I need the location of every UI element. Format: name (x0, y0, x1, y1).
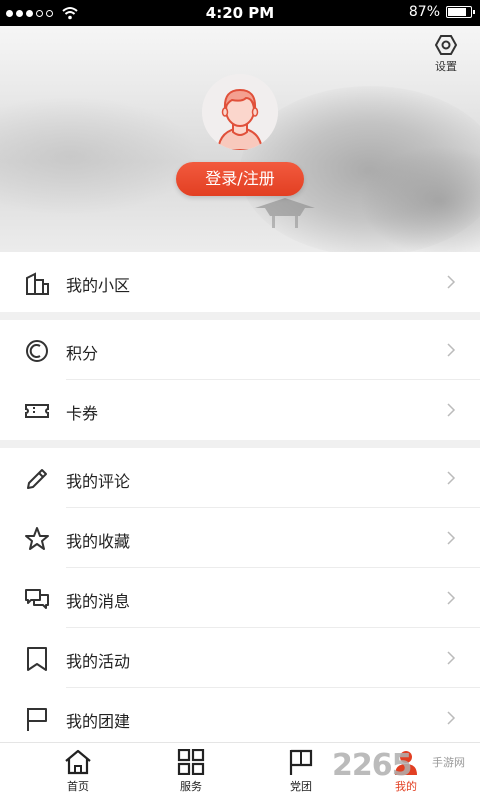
settings-button[interactable]: 设置 (430, 34, 462, 74)
flag-icon (27, 708, 47, 731)
tab-label: 首页 (67, 780, 89, 793)
menu-item-points[interactable]: 积分 (0, 320, 480, 380)
tab-home[interactable]: 首页 (48, 749, 108, 794)
user-avatar-icon (202, 74, 278, 150)
chevron-right-icon (447, 651, 456, 665)
menu-item-my-favorites[interactable]: 我的收藏 (0, 508, 480, 568)
battery-icon (446, 6, 475, 18)
grid-icon (177, 749, 205, 775)
menu-item-label: 积分 (66, 344, 99, 363)
chevron-right-icon (447, 471, 456, 485)
pavilion-silhouette (255, 198, 315, 228)
profile-header: 设置 登录/注册 (0, 26, 480, 252)
menu-item-my-messages[interactable]: 我的消息 (0, 568, 480, 628)
tab-label: 服务 (180, 780, 202, 793)
menu-item-label: 我的收藏 (66, 532, 131, 551)
star-icon (25, 527, 49, 550)
home-icon (65, 749, 91, 775)
message-icon (25, 589, 49, 609)
menu-item-label: 我的活动 (66, 652, 131, 671)
chevron-right-icon (447, 711, 456, 725)
tab-party[interactable]: 党团 (271, 749, 331, 794)
pencil-icon (27, 469, 47, 489)
status-bar: 4:20 PM 87% (0, 0, 480, 26)
menu-item-team-building[interactable]: 我的团建 (0, 688, 480, 748)
menu-item-label: 卡券 (66, 404, 99, 423)
building-icon (26, 272, 49, 295)
chevron-right-icon (447, 275, 456, 289)
settings-label: 设置 (435, 60, 457, 73)
tab-services[interactable]: 服务 (161, 749, 221, 794)
ticket-icon (25, 404, 49, 418)
section-divider (0, 440, 480, 448)
menu-list: 我的小区 积分 卡券 我的评论 我的收藏 我的消息 我的活动 我的团建 (0, 252, 480, 748)
avatar[interactable] (202, 74, 278, 150)
menu-item-label: 我的小区 (66, 276, 131, 295)
battery-percent: 87% (408, 4, 440, 20)
menu-item-my-community[interactable]: 我的小区 (0, 252, 480, 312)
chevron-right-icon (447, 343, 456, 357)
chevron-right-icon (447, 591, 456, 605)
tab-label: 党团 (290, 780, 312, 793)
chevron-right-icon (447, 531, 456, 545)
menu-item-my-activities[interactable]: 我的活动 (0, 628, 480, 688)
menu-item-my-comments[interactable]: 我的评论 (0, 448, 480, 508)
bookmark-icon (27, 647, 47, 671)
gear-icon (435, 35, 457, 55)
section-divider (0, 312, 480, 320)
login-register-button[interactable]: 登录/注册 (176, 162, 304, 196)
menu-item-coupons[interactable]: 卡券 (0, 380, 480, 440)
menu-item-label: 我的评论 (66, 472, 131, 491)
watermark-logo: 2265 (332, 748, 412, 783)
watermark-sub: 手游网 (432, 756, 465, 769)
coin-icon (26, 340, 48, 362)
menu-item-label: 我的消息 (66, 592, 131, 611)
chevron-right-icon (447, 403, 456, 417)
flag-icon (289, 749, 313, 775)
menu-item-label: 我的团建 (66, 712, 131, 731)
